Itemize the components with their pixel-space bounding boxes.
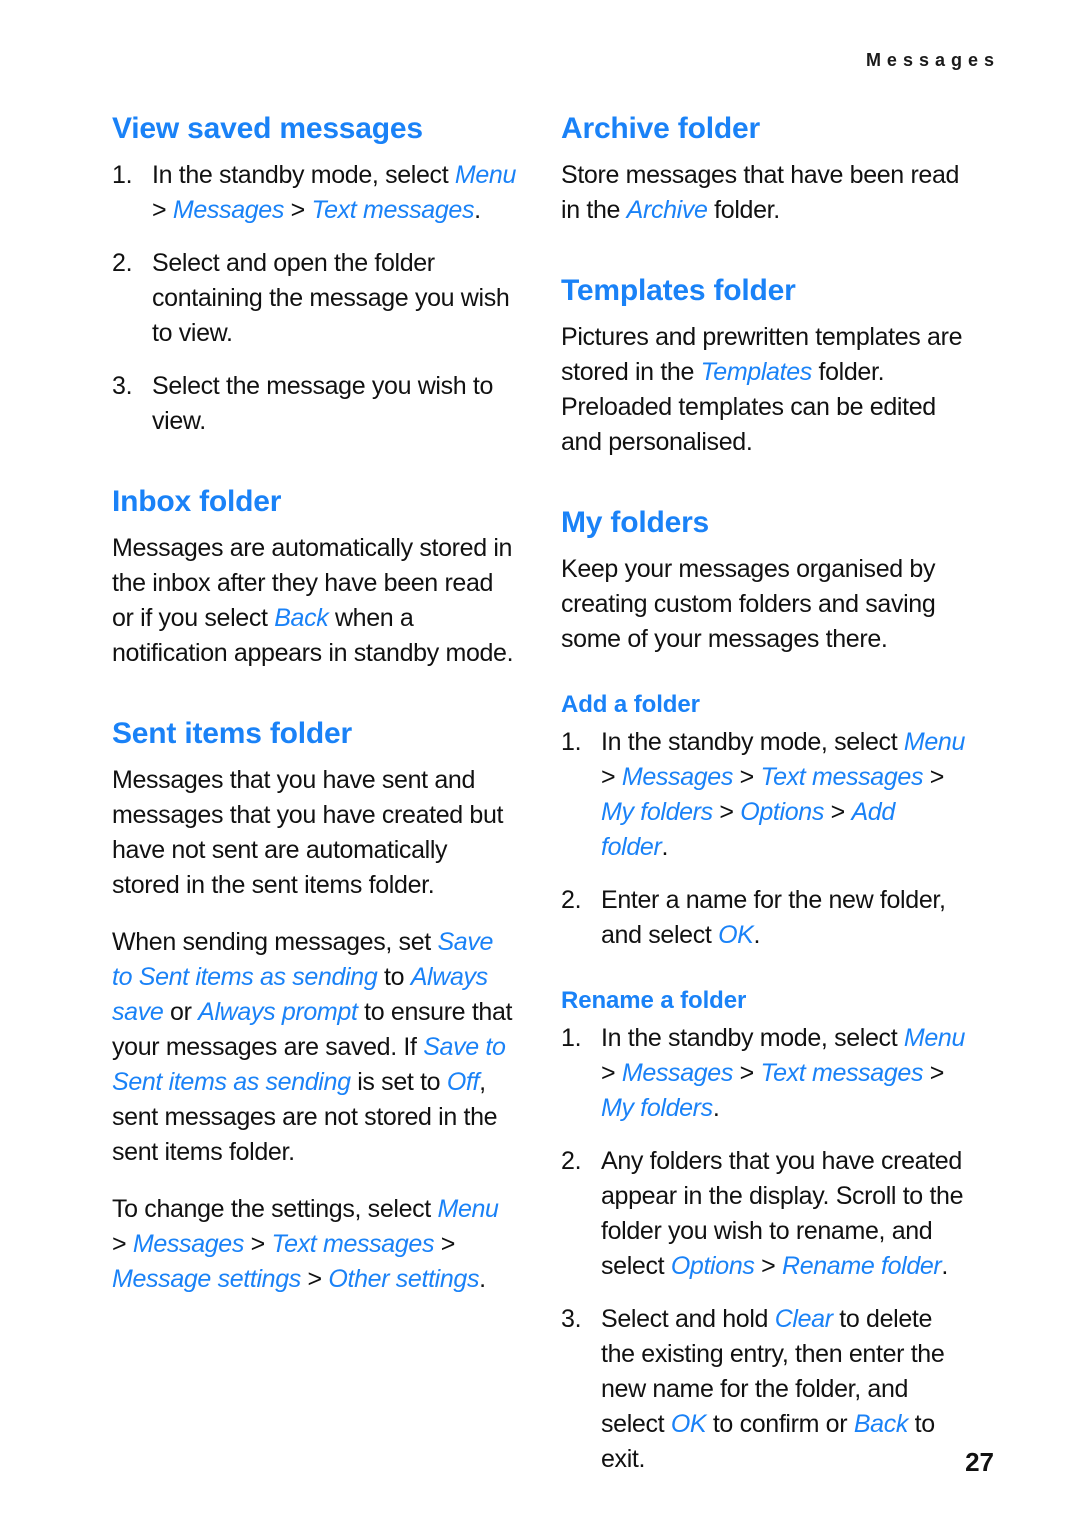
body-paragraph: When sending messages, set Save to Sent … bbox=[112, 925, 519, 1170]
step-item: In the standby mode, select Menu > Messa… bbox=[561, 725, 968, 865]
right-column: Archive folder Store messages that have b… bbox=[561, 112, 968, 1499]
body-text-run: Select and hold bbox=[601, 1305, 775, 1333]
ui-term: Messages bbox=[172, 196, 284, 224]
manual-page: Messages View saved messages In the stand… bbox=[0, 0, 1080, 1530]
ui-term: Text messages bbox=[760, 1059, 924, 1087]
body-text-run: In the standby mode, select bbox=[601, 1024, 904, 1052]
ui-term: My folders bbox=[601, 798, 713, 826]
body-paragraph: Messages are automatically stored in the… bbox=[112, 531, 519, 671]
body-text-run: To change the settings, select bbox=[112, 1195, 438, 1223]
ui-term: OK bbox=[670, 1410, 707, 1438]
body-paragraph: To change the settings, select Menu > Me… bbox=[112, 1192, 519, 1297]
section-heading: Archive folder bbox=[561, 112, 760, 145]
ui-term: Back bbox=[274, 604, 329, 632]
body-text-run: or bbox=[163, 998, 199, 1026]
body-paragraph: Messages that you have sent and messages… bbox=[112, 763, 519, 903]
ui-term: Options bbox=[740, 798, 824, 826]
ui-term: Menu bbox=[454, 161, 517, 189]
body-text-run: . bbox=[712, 1094, 720, 1122]
body-text-run: . bbox=[474, 196, 481, 224]
step-item: Enter a name for the new folder, and sel… bbox=[561, 883, 968, 953]
step-item: Select the message you wish to view. bbox=[112, 369, 519, 439]
section-heading: My folders bbox=[561, 506, 710, 539]
body-paragraph: Store messages that have been read in th… bbox=[561, 158, 968, 228]
left-column: View saved messages In the standby mode, … bbox=[112, 112, 519, 1499]
running-header: Messages bbox=[865, 50, 1000, 70]
body-text-run: Messages that you have sent and messages… bbox=[112, 766, 504, 899]
section-heading: Sent items folder bbox=[112, 717, 352, 750]
ui-term: Messages bbox=[132, 1230, 244, 1258]
ui-term: Menu bbox=[903, 728, 966, 756]
body-text-run: . bbox=[753, 921, 761, 949]
step-item: In the standby mode, select Menu > Messa… bbox=[561, 1021, 968, 1126]
body-text-run: Enter a name for the new folder, and sel… bbox=[601, 886, 946, 949]
body-paragraph: Keep your messages organised by creating… bbox=[561, 552, 968, 657]
ui-term: Text messages bbox=[271, 1230, 435, 1258]
body-text-run: In the standby mode, select bbox=[152, 161, 455, 189]
page-columns: View saved messages In the standby mode, … bbox=[112, 112, 968, 1499]
section-heading: Templates folder bbox=[561, 274, 796, 307]
path-separator: > bbox=[733, 763, 761, 791]
step-item: In the standby mode, select Menu > Messa… bbox=[112, 158, 519, 228]
path-separator: > bbox=[601, 1059, 622, 1087]
step-item: Select and hold Clear to delete the exis… bbox=[561, 1302, 968, 1477]
step-list: In the standby mode, select Menu > Messa… bbox=[561, 1021, 968, 1477]
ui-term: Options bbox=[670, 1252, 755, 1280]
body-paragraph: Pictures and prewritten templates are st… bbox=[561, 320, 968, 460]
ui-term: Back bbox=[853, 1410, 909, 1438]
path-separator: > bbox=[823, 798, 852, 826]
section-heading: Add a folder bbox=[561, 691, 700, 718]
ui-term: Text messages bbox=[311, 196, 475, 224]
step-item: Select and open the folder containing th… bbox=[112, 246, 519, 351]
body-text-run: Select and open the folder containing th… bbox=[152, 249, 510, 347]
ui-term: Templates bbox=[700, 358, 813, 386]
page-number: 27 bbox=[965, 1447, 994, 1477]
path-separator: > bbox=[244, 1230, 272, 1258]
ui-term: Messages bbox=[621, 1059, 733, 1087]
path-separator: > bbox=[434, 1230, 456, 1258]
ui-term: Rename folder bbox=[781, 1252, 942, 1280]
body-text-run: . bbox=[661, 833, 669, 861]
ui-term: Always prompt bbox=[198, 998, 358, 1026]
path-separator: > bbox=[923, 763, 945, 791]
ui-term: Message settings bbox=[112, 1265, 301, 1293]
ui-term: Off bbox=[446, 1068, 480, 1096]
path-separator: > bbox=[152, 196, 173, 224]
body-text-run: to confirm or bbox=[706, 1410, 854, 1438]
body-text-run: is set to bbox=[350, 1068, 447, 1096]
ui-term: Menu bbox=[437, 1195, 499, 1223]
step-list: In the standby mode, select Menu > Messa… bbox=[561, 725, 968, 953]
ui-term: My folders bbox=[601, 1094, 713, 1122]
path-separator: > bbox=[733, 1059, 761, 1087]
body-text-run: folder. bbox=[707, 196, 780, 224]
step-item: Any folders that you have created appear… bbox=[561, 1144, 968, 1284]
body-text-run: When sending messages, set bbox=[112, 928, 438, 956]
ui-term: Messages bbox=[621, 763, 733, 791]
path-separator: > bbox=[754, 1252, 782, 1280]
body-text-run: to bbox=[377, 963, 411, 991]
path-separator: > bbox=[284, 196, 312, 224]
section-heading: View saved messages bbox=[112, 112, 423, 145]
ui-term: Menu bbox=[903, 1024, 966, 1052]
ui-term: Text messages bbox=[760, 763, 924, 791]
ui-term: Other settings bbox=[328, 1265, 480, 1293]
path-separator: > bbox=[923, 1059, 945, 1087]
path-separator: > bbox=[112, 1230, 133, 1258]
body-text-run: Select the message you wish to view. bbox=[152, 372, 494, 435]
body-text-run: . bbox=[479, 1265, 486, 1293]
body-text-run: Keep your messages organised by creating… bbox=[561, 555, 936, 653]
ui-term: Archive bbox=[626, 196, 708, 224]
path-separator: > bbox=[601, 763, 622, 791]
body-text-run: In the standby mode, select bbox=[601, 728, 904, 756]
path-separator: > bbox=[712, 798, 741, 826]
path-separator: > bbox=[300, 1265, 329, 1293]
step-list: In the standby mode, select Menu > Messa… bbox=[112, 158, 519, 439]
ui-term: Clear bbox=[774, 1305, 833, 1333]
section-heading: Rename a folder bbox=[561, 987, 747, 1014]
body-text-run: . bbox=[941, 1252, 949, 1280]
section-heading: Inbox folder bbox=[112, 485, 282, 518]
ui-term: OK bbox=[718, 921, 754, 949]
